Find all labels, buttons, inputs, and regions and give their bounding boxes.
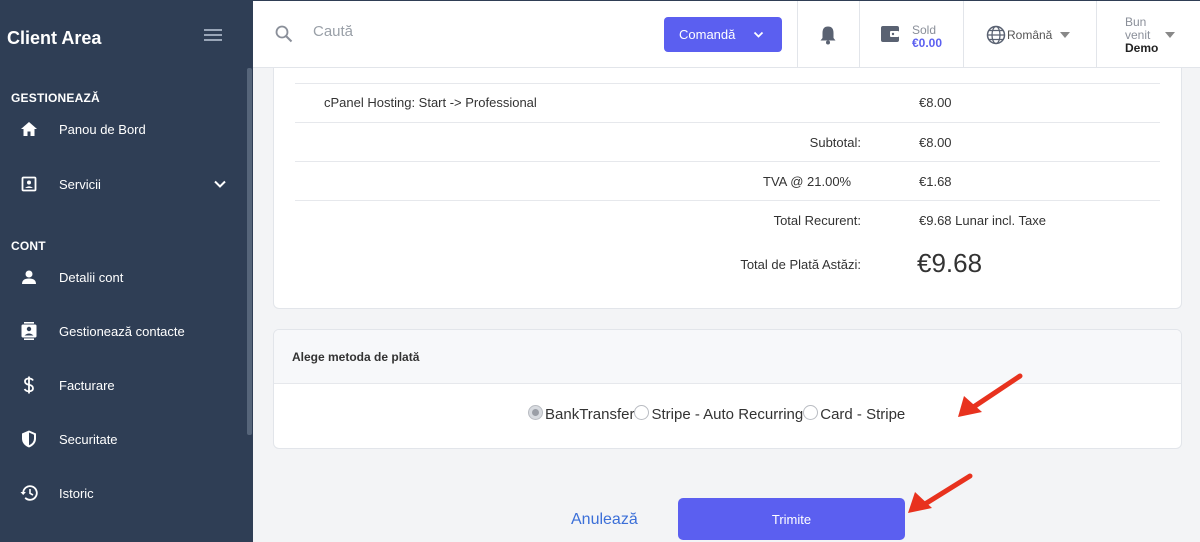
globe-icon [986,25,1006,45]
sidebar-item-label: Istoric [59,485,94,501]
divider [295,122,1160,123]
top-header: Comandă Sold €0.00 Română Bun venit Demo [253,0,1200,69]
sidebar-item-label: Gestionează contacte [59,323,185,339]
contacts-icon [19,321,39,341]
annotation-arrow-icon [908,473,973,513]
payment-option-card-stripe[interactable]: Card - Stripe [803,405,906,423]
divider [295,200,1160,201]
sidebar-item-label: Servicii [59,176,101,192]
payment-option-stripe-recurring[interactable]: Stripe - Auto Recurring [634,405,804,423]
sidebar-item-label: Facturare [59,377,115,393]
product-name: cPanel Hosting: Start -> Professional [324,95,537,110]
chevron-down-icon [753,31,764,38]
section-title-account: CONT [11,239,46,253]
sidebar-item-label: Securitate [59,431,118,447]
sidebar-item-security[interactable]: Securitate [0,419,245,459]
user-name: Demo [1125,41,1159,55]
menu-toggle-icon[interactable] [204,29,222,41]
submit-button[interactable]: Trimite [678,498,905,540]
header-divider [1096,1,1097,69]
order-button-label: Comandă [679,27,736,42]
total-today-label: Total de Plată Astăzi: [740,257,861,272]
sidebar-scrollbar[interactable] [247,68,252,435]
balance-label: Sold [912,23,937,37]
product-price: €8.00 [919,95,952,110]
subtotal-label: Subtotal: [809,135,861,150]
history-icon [19,483,39,503]
wallet-icon [881,26,899,42]
radio-button[interactable] [528,405,543,420]
recurring-value: €9.68 Lunar incl. Taxe [919,213,1046,228]
balance-value: €0.00 [912,36,943,50]
submit-button-label: Trimite [771,511,812,527]
welcome-text: Bun venit [1125,15,1151,42]
payment-option-label: Card - Stripe [820,406,906,423]
caret-down-icon [1060,32,1070,38]
services-icon [19,174,39,194]
user-menu[interactable]: Bun venit Demo [1125,16,1165,55]
caret-down-icon [1165,32,1175,38]
cancel-link[interactable]: Anulează [571,511,638,529]
radio-button[interactable] [803,405,819,420]
dollar-icon [19,375,39,395]
payment-option-banktransfer[interactable]: BankTransfer [528,405,635,423]
tax-label: TVA @ 21.00% [763,174,852,189]
sidebar-item-label: Detalii cont [59,269,124,285]
search-icon [275,25,293,43]
tax-value: €1.68 [919,174,952,189]
sidebar-item-dashboard[interactable]: Panou de Bord [0,109,245,149]
payment-method-title: Alege metoda de plată [292,350,420,364]
annotation-arrow-icon [958,373,1023,417]
home-icon [19,119,39,139]
shield-icon [19,429,39,449]
total-today-value: €9.68 [917,248,983,278]
search-input[interactable] [313,23,613,40]
divider [295,161,1160,162]
divider [295,83,1160,84]
header-divider [963,1,964,69]
sidebar-item-account-details[interactable]: Detalii cont [0,257,245,297]
header-divider [859,1,860,69]
header-divider [797,1,798,69]
person-icon [19,267,39,287]
sidebar-item-label: Panou de Bord [59,121,146,137]
sidebar-item-history[interactable]: Istoric [0,473,245,513]
sidebar-item-contacts[interactable]: Gestionează contacte [0,311,245,351]
brand-title: Client Area [7,28,102,48]
payment-option-label: BankTransfer [545,406,635,423]
order-dropdown-button[interactable]: Comandă [664,17,782,52]
payment-method-card: Alege metoda de plată BankTransfer Strip… [273,329,1182,449]
chevron-down-icon [214,180,226,188]
recurring-label: Total Recurent: [773,213,861,228]
sidebar-item-billing[interactable]: Facturare [0,365,245,405]
payment-option-label: Stripe - Auto Recurring [651,406,804,423]
payment-card-header: Alege metoda de plată [274,330,1181,384]
order-summary-card: cPanel Hosting: Start -> Professional €8… [273,68,1182,309]
subtotal-value: €8.00 [919,135,952,150]
section-title-manage: GESTIONEAZĂ [11,91,100,105]
radio-button[interactable] [634,405,650,420]
sidebar-item-services[interactable]: Servicii [0,164,245,204]
language-selector[interactable]: Română [1007,28,1052,42]
payment-options: BankTransfer Stripe - Auto Recurring Car… [528,405,906,423]
sidebar: Client Area GESTIONEAZĂ Panou de Bord Se… [0,0,253,542]
bell-icon[interactable] [819,25,837,45]
